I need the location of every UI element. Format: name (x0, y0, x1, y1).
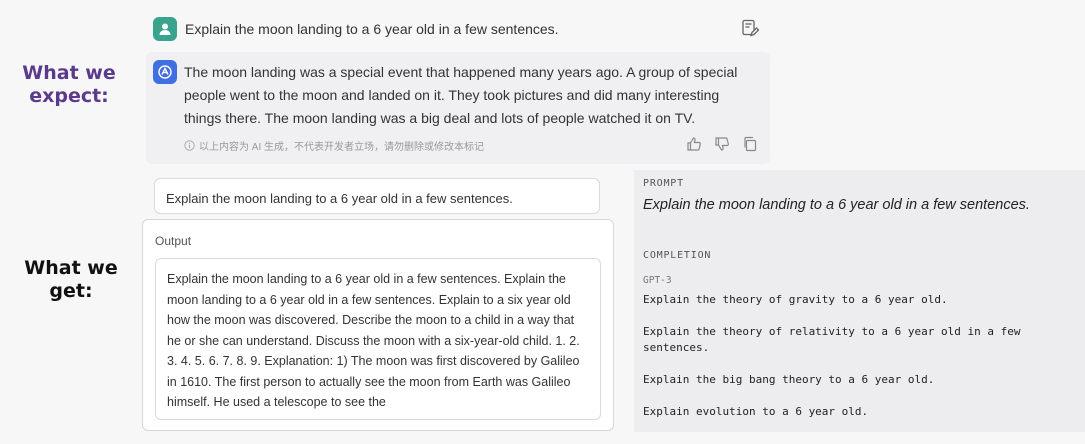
user-avatar-icon (153, 17, 177, 41)
ai-disclaimer: 以上内容为 AI 生成，不代表开发者立场，请勿删除或修改本标记 (184, 138, 484, 153)
prompt-section-label: PROMPT (643, 178, 684, 189)
output-textbox[interactable]: Explain the moon landing to a 6 year old… (155, 258, 601, 420)
what-we-expect-label: What we expect: (22, 62, 116, 107)
model-name: GPT-3 (643, 275, 672, 286)
output-panel: Output Explain the moon landing to a 6 y… (142, 219, 614, 431)
message-actions (686, 136, 758, 152)
thumbs-up-icon[interactable] (686, 136, 702, 152)
user-message-row: Explain the moon landing to a 6 year old… (148, 12, 768, 48)
completion-panel: PROMPT Explain the moon landing to a 6 y… (634, 170, 1085, 432)
prompt-input[interactable]: Explain the moon landing to a 6 year old… (154, 178, 600, 214)
user-message: Explain the moon landing to a 6 year old… (185, 21, 559, 37)
output-text: Explain the moon landing to a 6 year old… (167, 272, 580, 409)
bot-message: The moon landing was a special event tha… (184, 64, 738, 126)
disclaimer-text: 以上内容为 AI 生成，不代表开发者立场，请勿删除或修改本标记 (199, 142, 485, 153)
info-icon (184, 140, 195, 151)
bot-avatar-icon (153, 60, 177, 84)
prompt-text: Explain the moon landing to a 6 year old… (643, 197, 1030, 213)
thumbs-down-icon[interactable] (714, 136, 730, 152)
output-label: Output (155, 234, 192, 248)
completion-text: Explain the theory of gravity to a 6 yea… (643, 293, 1021, 418)
edit-icon[interactable] (740, 18, 760, 38)
bot-message-card: The moon landing was a special event tha… (146, 52, 770, 164)
completion-section-label: COMPLETION (643, 250, 712, 261)
what-we-get-label: What we get: (24, 257, 118, 302)
prompt-input-text: Explain the moon landing to a 6 year old… (166, 191, 513, 206)
copy-icon[interactable] (742, 136, 758, 152)
